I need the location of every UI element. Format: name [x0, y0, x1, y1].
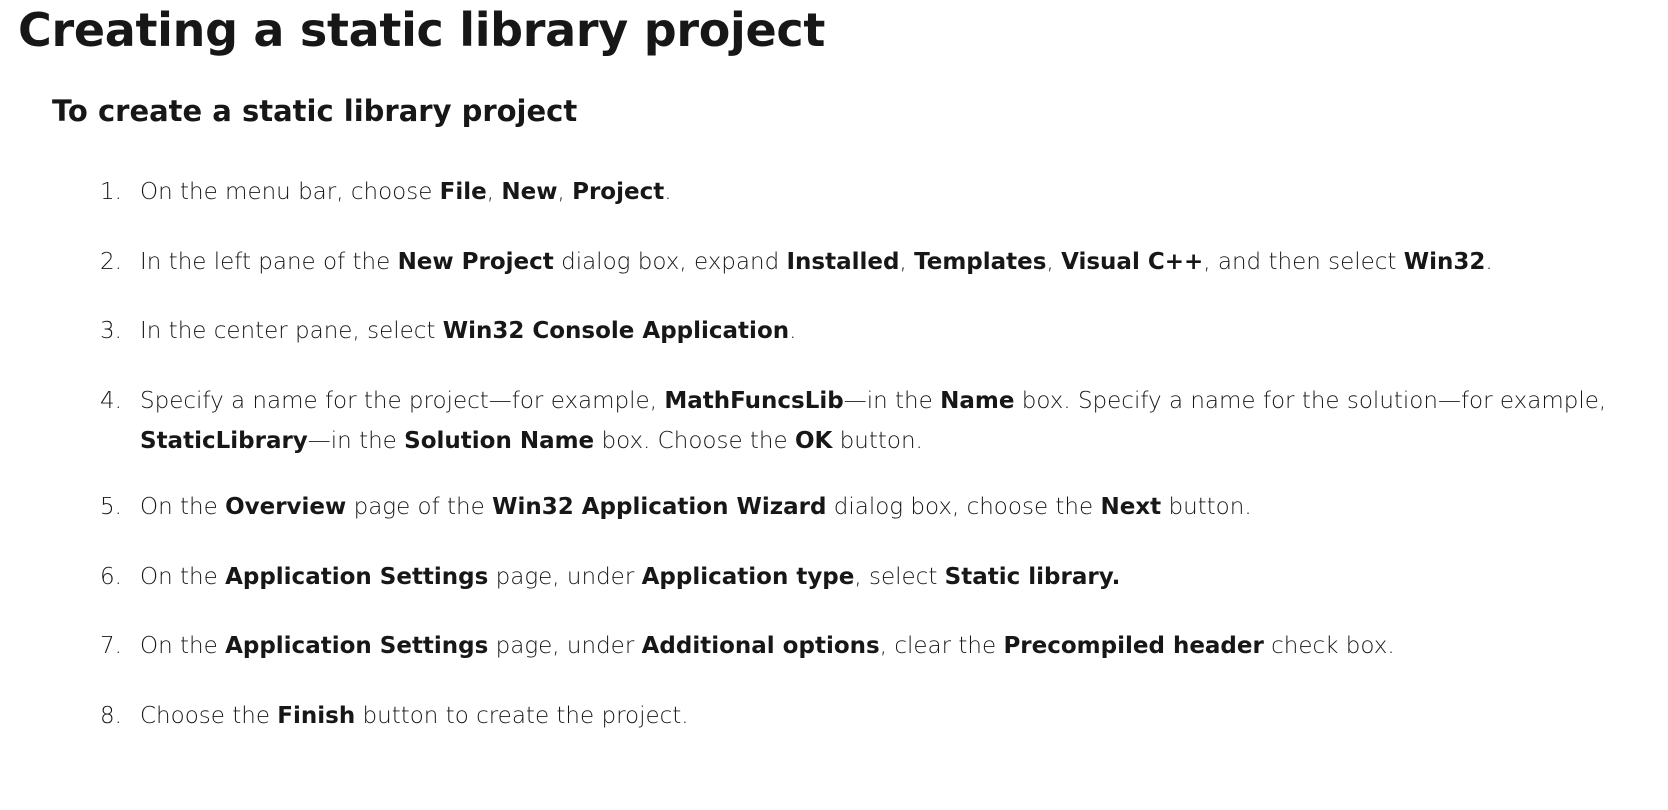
step-number: 3. — [100, 318, 122, 344]
text-run: , — [1046, 249, 1062, 275]
step-number: 7. — [100, 633, 122, 659]
bold-term: StaticLibrary — [140, 428, 308, 454]
text-run: button to create the project. — [355, 703, 689, 729]
text-run: . — [664, 179, 672, 205]
bold-term: Visual C++ — [1061, 249, 1204, 275]
text-run: dialog box, choose the — [826, 494, 1101, 520]
text-run: In the center pane, select — [140, 318, 443, 344]
step-text: Specify a name for the project—for examp… — [140, 381, 1655, 461]
bold-term: Finish — [277, 703, 356, 729]
step-item: 7. On the Application Settings page, und… — [100, 626, 1655, 666]
bold-term: Solution Name — [404, 428, 595, 454]
text-run: button. — [832, 428, 923, 454]
step-item: 4. Specify a name for the project—for ex… — [100, 381, 1655, 461]
bold-term: New Project — [397, 249, 554, 275]
bold-term: Application Settings — [225, 633, 489, 659]
text-run: Specify a name for the project—for examp… — [140, 388, 665, 414]
bold-term: Additional options — [641, 633, 880, 659]
bold-term: Precompiled header — [1003, 633, 1264, 659]
bold-term: Win32 — [1403, 249, 1486, 275]
text-run: , — [557, 179, 573, 205]
bold-term: OK — [794, 428, 833, 454]
page-title: Creating a static library project — [18, 3, 826, 57]
text-run: —in the — [307, 428, 405, 454]
step-number: 2. — [100, 249, 122, 275]
step-item: 5. On the Overview page of the Win32 App… — [100, 487, 1655, 527]
bold-term: Application Settings — [225, 564, 489, 590]
text-run: box. Specify a name for the solution—for… — [1014, 388, 1607, 414]
text-run: page of the — [346, 494, 493, 520]
step-item: 3. In the center pane, select Win32 Cons… — [100, 311, 1655, 351]
text-run: , and then select — [1203, 249, 1404, 275]
bold-term: File — [439, 179, 487, 205]
text-run: check box. — [1263, 633, 1395, 659]
text-run: box. Choose the — [594, 428, 795, 454]
text-run: . — [789, 318, 797, 344]
step-text: In the center pane, select Win32 Console… — [140, 311, 1655, 351]
text-run: dialog box, expand — [553, 249, 787, 275]
text-run: On the menu bar, choose — [140, 179, 440, 205]
step-number: 8. — [100, 703, 122, 729]
step-item: 2. In the left pane of the New Project d… — [100, 242, 1655, 282]
bold-term: Templates — [914, 249, 1047, 275]
step-text: On the menu bar, choose File, New, Proje… — [140, 172, 1655, 212]
text-run: . — [1485, 249, 1493, 275]
step-item: 6. On the Application Settings page, und… — [100, 557, 1655, 597]
step-text: Choose the Finish button to create the p… — [140, 696, 1655, 736]
bold-term: Next — [1100, 494, 1162, 520]
step-text: In the left pane of the New Project dial… — [140, 242, 1655, 282]
document-page: Creating a static library project To cre… — [0, 0, 1668, 810]
bold-term: Name — [940, 388, 1015, 414]
text-run: , — [899, 249, 915, 275]
text-run: page, under — [488, 564, 642, 590]
bold-term: Project — [572, 179, 665, 205]
text-run: In the left pane of the — [140, 249, 398, 275]
text-run: —in the — [843, 388, 941, 414]
text-run: button. — [1161, 494, 1252, 520]
step-number: 5. — [100, 494, 122, 520]
step-item: 8. Choose the Finish button to create th… — [100, 696, 1655, 736]
text-run: , clear the — [879, 633, 1004, 659]
bold-term: Win32 Application Wizard — [492, 494, 827, 520]
bold-term: Win32 Console Application — [442, 318, 790, 344]
bold-term: Installed — [786, 249, 900, 275]
step-text: On the Application Settings page, under … — [140, 626, 1655, 666]
step-number: 4. — [100, 388, 122, 414]
text-run: , — [486, 179, 502, 205]
step-text: On the Overview page of the Win32 Applic… — [140, 487, 1655, 527]
text-run: On the — [140, 494, 226, 520]
section-title: To create a static library project — [52, 94, 578, 128]
bold-term: New — [501, 179, 558, 205]
step-item: 1. On the menu bar, choose File, New, Pr… — [100, 172, 1655, 212]
bold-term: Static library. — [944, 564, 1121, 590]
step-number: 1. — [100, 179, 122, 205]
step-number: 6. — [100, 564, 122, 590]
bold-term: Overview — [225, 494, 347, 520]
text-run: , select — [854, 564, 945, 590]
step-text: On the Application Settings page, under … — [140, 557, 1655, 597]
text-run: page, under — [488, 633, 642, 659]
text-run: Choose the — [140, 703, 278, 729]
text-run: On the — [140, 633, 226, 659]
bold-term: Application type — [641, 564, 855, 590]
bold-term: MathFuncsLib — [664, 388, 844, 414]
text-run: On the — [140, 564, 226, 590]
